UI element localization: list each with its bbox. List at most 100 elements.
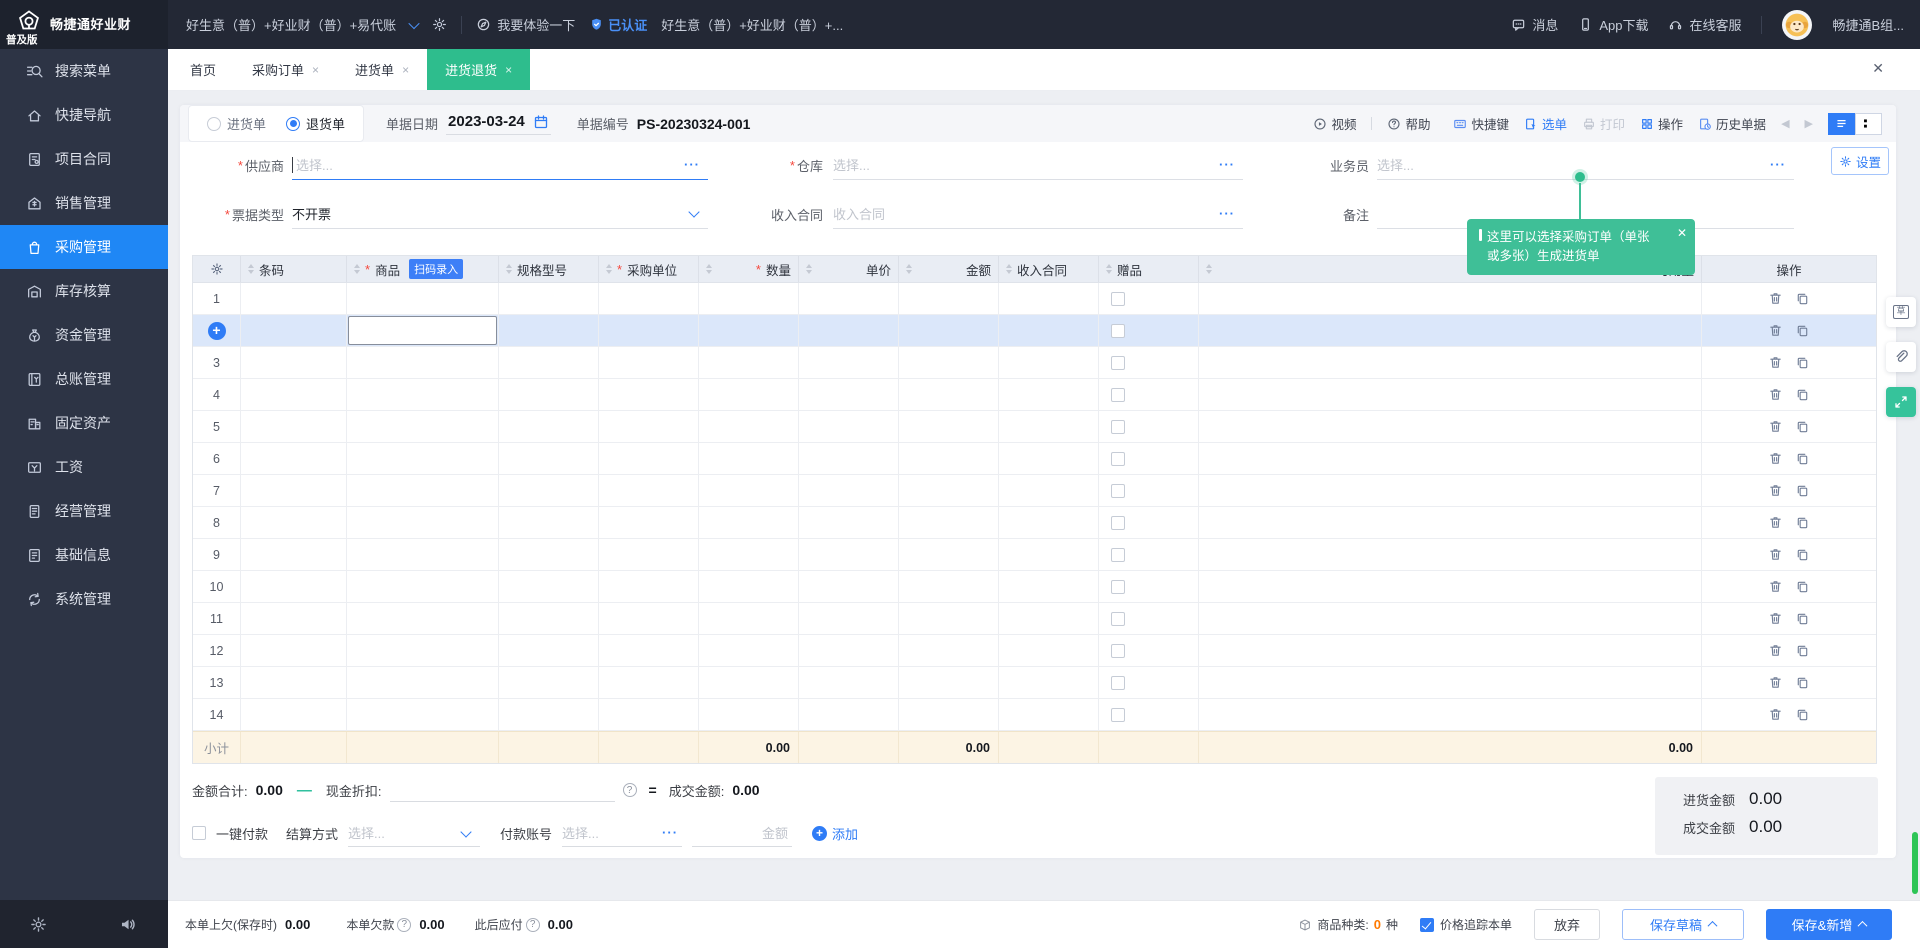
tooltip-close-icon[interactable]: ✕	[1677, 227, 1687, 239]
cell-barcode[interactable]	[241, 315, 347, 346]
cell-amount[interactable]	[899, 667, 999, 698]
cell-spec[interactable]	[499, 315, 599, 346]
cell-product[interactable]	[347, 699, 499, 730]
gift-checkbox[interactable]	[1111, 548, 1125, 562]
trial-button[interactable]: 我要体验一下	[476, 15, 575, 34]
help-button[interactable]: 帮助	[1387, 114, 1430, 133]
cell-available[interactable]	[1199, 283, 1702, 314]
cell-contract[interactable]	[999, 443, 1099, 474]
sidebar-item-project-contract[interactable]: 项目合同	[0, 137, 168, 181]
history-button[interactable]: 历史单据	[1698, 114, 1766, 133]
cell-amount[interactable]	[899, 571, 999, 602]
cell-product[interactable]	[347, 283, 499, 314]
sidebar-item-salary[interactable]: 工资	[0, 445, 168, 489]
cell-price[interactable]	[799, 507, 899, 538]
radio-purchase-return[interactable]: 退货单	[286, 114, 345, 133]
cell-price[interactable]	[799, 603, 899, 634]
cell-gift[interactable]	[1099, 475, 1199, 506]
sidebar-item-purchase[interactable]: 采购管理	[0, 225, 168, 269]
cell-gift[interactable]	[1099, 379, 1199, 410]
tab-close-icon[interactable]: ×	[505, 63, 512, 77]
sort-icon[interactable]	[906, 264, 912, 274]
delete-row-icon[interactable]	[1768, 419, 1783, 434]
copy-row-icon[interactable]	[1795, 291, 1810, 306]
cell-unit[interactable]	[599, 475, 699, 506]
gift-checkbox[interactable]	[1111, 388, 1125, 402]
gift-checkbox[interactable]	[1111, 484, 1125, 498]
add-row-button[interactable]: +	[208, 322, 226, 340]
cell-rowno[interactable]: 3	[193, 347, 241, 378]
cell-product[interactable]	[347, 571, 499, 602]
delete-row-icon[interactable]	[1768, 451, 1783, 466]
close-icon[interactable]: ✕	[1872, 61, 1884, 75]
cell-unit[interactable]	[599, 539, 699, 570]
cell-qty[interactable]	[699, 475, 799, 506]
cell-barcode[interactable]	[241, 475, 347, 506]
cell-ops[interactable]	[1702, 571, 1876, 602]
tab-home[interactable]: 首页	[172, 49, 234, 90]
pay-account-picker-icon[interactable]: ···	[662, 825, 678, 840]
copy-row-icon[interactable]	[1795, 643, 1810, 658]
cell-contract[interactable]	[999, 411, 1099, 442]
copy-row-icon[interactable]	[1795, 707, 1810, 722]
copy-row-icon[interactable]	[1795, 611, 1810, 626]
delete-row-icon[interactable]	[1768, 483, 1783, 498]
sort-icon[interactable]	[1106, 264, 1112, 274]
page-scrollbar-thumb[interactable]	[1912, 832, 1918, 894]
gift-checkbox[interactable]	[1111, 324, 1125, 338]
tab-purchase-order[interactable]: 采购订单×	[234, 49, 337, 90]
cell-gift[interactable]	[1099, 667, 1199, 698]
cell-barcode[interactable]	[241, 635, 347, 666]
account-label[interactable]: 好生意（普）+好业财（普）+...	[661, 15, 843, 34]
cell-product[interactable]	[347, 603, 499, 634]
cell-contract[interactable]	[999, 283, 1099, 314]
sidebar-item-search-menu[interactable]: 搜索菜单	[0, 49, 168, 93]
sort-icon[interactable]	[1006, 264, 1012, 274]
cell-contract[interactable]	[999, 539, 1099, 570]
cell-available[interactable]	[1199, 379, 1702, 410]
draft-box-button[interactable]: 草	[1886, 297, 1916, 327]
question-circle-icon[interactable]: ?	[526, 918, 540, 932]
pay-account-input[interactable]: 选择... ···	[562, 819, 682, 847]
salesman-picker-icon[interactable]: ···	[1770, 157, 1786, 172]
cell-available[interactable]	[1199, 475, 1702, 506]
cell-barcode[interactable]	[241, 507, 347, 538]
cell-product[interactable]	[347, 539, 499, 570]
cell-rowno[interactable]: 14	[193, 699, 241, 730]
cell-contract[interactable]	[999, 603, 1099, 634]
cell-available[interactable]	[1199, 571, 1702, 602]
cell-available[interactable]	[1199, 443, 1702, 474]
radio-icon[interactable]	[207, 117, 221, 131]
cell-contract[interactable]	[999, 635, 1099, 666]
cell-unit[interactable]	[599, 667, 699, 698]
cell-rowno[interactable]: 6	[193, 443, 241, 474]
gift-checkbox[interactable]	[1111, 644, 1125, 658]
cell-gift[interactable]	[1099, 603, 1199, 634]
cell-qty[interactable]	[699, 507, 799, 538]
cell-gift[interactable]	[1099, 347, 1199, 378]
pick-order-button[interactable]: 选单	[1524, 114, 1567, 133]
workspace-switcher[interactable]: 好生意（普）+好业财（普）+易代账	[186, 15, 396, 34]
messages-button[interactable]: 消息	[1511, 15, 1558, 34]
sidebar-item-operations[interactable]: 经营管理	[0, 489, 168, 533]
copy-row-icon[interactable]	[1795, 515, 1810, 530]
delete-row-icon[interactable]	[1768, 355, 1783, 370]
cell-available[interactable]	[1199, 699, 1702, 730]
cell-ops[interactable]	[1702, 411, 1876, 442]
cell-contract[interactable]	[999, 475, 1099, 506]
cell-spec[interactable]	[499, 539, 599, 570]
gift-checkbox[interactable]	[1111, 420, 1125, 434]
support-button[interactable]: 在线客服	[1668, 15, 1741, 34]
cell-ops[interactable]	[1702, 667, 1876, 698]
gift-checkbox[interactable]	[1111, 612, 1125, 626]
copy-row-icon[interactable]	[1795, 483, 1810, 498]
cell-qty[interactable]	[699, 347, 799, 378]
cell-qty[interactable]	[699, 635, 799, 666]
cell-amount[interactable]	[899, 539, 999, 570]
cell-amount[interactable]	[899, 699, 999, 730]
cell-spec[interactable]	[499, 507, 599, 538]
warehouse-picker-icon[interactable]: ···	[1219, 157, 1235, 172]
delete-row-icon[interactable]	[1768, 611, 1783, 626]
delete-row-icon[interactable]	[1768, 515, 1783, 530]
delete-row-icon[interactable]	[1768, 579, 1783, 594]
